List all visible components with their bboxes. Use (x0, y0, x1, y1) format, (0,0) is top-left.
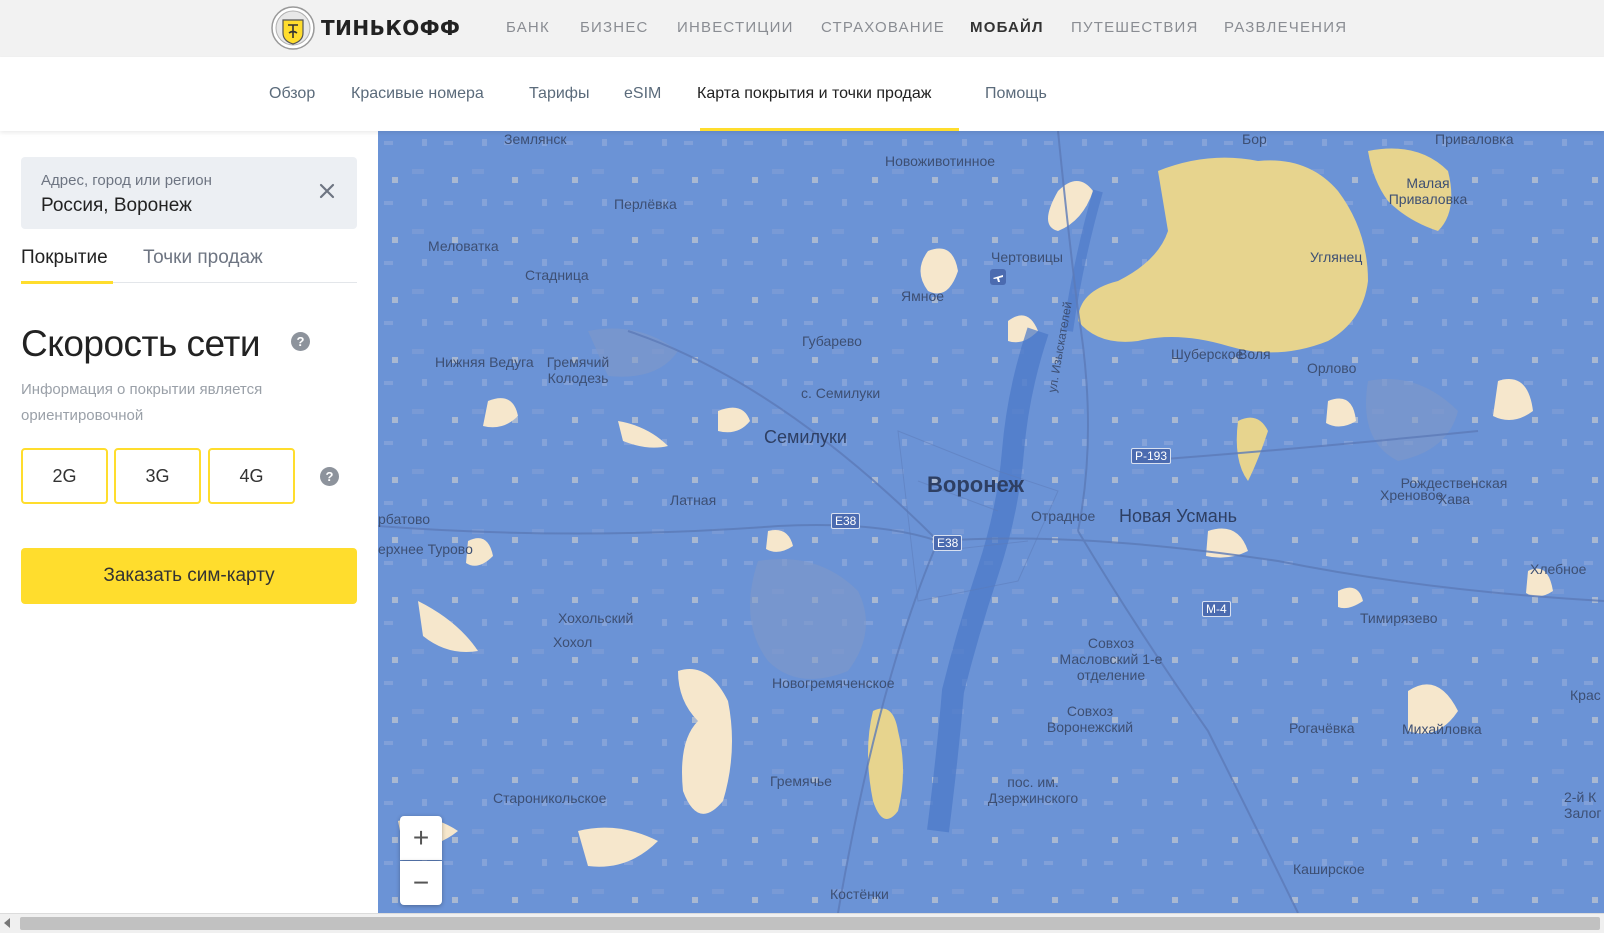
brand-name: ТИНЬКОФФ (321, 16, 461, 40)
map-label: Отрадное (1031, 508, 1096, 524)
map-label: Стадница (525, 267, 589, 283)
map-label: Михайловка (1402, 721, 1482, 737)
subnav-item-coverage-map[interactable]: Карта покрытия и точки продаж (697, 85, 931, 103)
logo-emblem-icon (271, 6, 315, 50)
map-label: Совхоз Воронежский (1046, 703, 1134, 735)
map-label: Рождественская Хава (1400, 475, 1508, 507)
order-sim-button[interactable]: Заказать сим-карту (21, 548, 357, 604)
topnav-item-entertainment[interactable]: РАЗВЛЕЧЕНИЯ (1224, 19, 1347, 36)
network-speed-title: Скорость сети (21, 323, 261, 364)
topnav-item-travel[interactable]: ПУТЕШЕСТВИЯ (1071, 19, 1199, 36)
topnav-item-bank[interactable]: БАНК (506, 19, 550, 36)
map-label: Хохольский (558, 610, 634, 626)
network-3g-button[interactable]: 3G (114, 448, 201, 504)
coverage-disclaimer: Информация о покрытии является ориентиро… (21, 381, 263, 424)
map-label: Латная (670, 492, 717, 508)
horizontal-scrollbar[interactable] (0, 913, 1604, 933)
address-search-placeholder: Адрес, город или регион (41, 172, 212, 189)
map-label: Новогремяченское (772, 675, 895, 691)
question-icon[interactable]: ? (291, 332, 310, 351)
tab-sales-points[interactable]: Точки продаж (143, 247, 263, 269)
map-label: Залог (1564, 805, 1602, 821)
map-label: Хлебное (1530, 561, 1587, 577)
coverage-map[interactable]: Землянск Новоживотинное Бор Приваловка М… (378, 131, 1604, 913)
map-label: Гремячий Колодезь (546, 354, 610, 386)
map-label: Чертовицы (991, 249, 1063, 265)
brand-logo[interactable]: ТИНЬКОФФ (271, 6, 460, 50)
subnav-active-indicator (700, 128, 959, 131)
map-label: 2-й К (1564, 789, 1597, 805)
question-icon[interactable]: ? (320, 467, 339, 486)
map-label: рбатово (378, 511, 431, 527)
topnav-item-investments[interactable]: ИНВЕСТИЦИИ (677, 19, 794, 36)
map-label: Малая Приваловка (1388, 175, 1468, 207)
map-label: Каширское (1293, 861, 1365, 877)
address-search-field[interactable]: Адрес, город или регион Россия, Воронеж (21, 157, 357, 229)
map-label: пос. им. Дзержинского (987, 774, 1079, 806)
subnav-item-tariffs[interactable]: Тарифы (529, 85, 589, 103)
sidebar-tabs: Покрытие Точки продаж (21, 243, 357, 284)
address-search-value[interactable]: Россия, Воронеж (41, 195, 192, 217)
map-label: Совхоз Масловский 1-е отделение (1059, 635, 1163, 683)
map-label: Воля (1238, 346, 1271, 362)
tab-active-indicator (21, 281, 113, 284)
map-label: Гремячье (770, 773, 832, 789)
map-label: Орлово (1307, 360, 1357, 376)
map-label: Нижняя Ведуга (435, 354, 534, 370)
map-label: Тимирязево (1360, 610, 1438, 626)
clear-icon[interactable] (317, 181, 337, 201)
map-label: Староникольское (493, 790, 607, 806)
sub-navigation: Обзор Красивые номера Тарифы eSIM Карта … (0, 57, 1604, 131)
network-2g-button[interactable]: 2G (21, 448, 108, 504)
network-4g-button[interactable]: 4G (208, 448, 295, 504)
coverage-sidebar: Адрес, город или регион Россия, Воронеж … (0, 131, 378, 913)
zoom-out-button[interactable]: − (400, 861, 442, 905)
map-label: Семилуки (764, 427, 847, 447)
map-label: Перлёвка (614, 196, 677, 212)
map-label: Новая Усмань (1119, 506, 1238, 526)
road-shield: Р-193 (1131, 448, 1172, 464)
subnav-item-beautiful-numbers[interactable]: Красивые номера (351, 85, 484, 103)
map-label: Меловатка (428, 238, 499, 254)
road-shield: М-4 (1202, 601, 1231, 617)
map-label: Углянец (1310, 249, 1363, 265)
map-label: Новоживотинное (885, 153, 996, 169)
tab-coverage[interactable]: Покрытие (21, 247, 108, 269)
topnav-item-mobile[interactable]: МОБАЙЛ (970, 19, 1044, 36)
map-label: Рогачёвка (1289, 720, 1355, 736)
scrollbar-thumb[interactable] (20, 917, 1600, 930)
subnav-item-help[interactable]: Помощь (985, 85, 1047, 103)
subnav-item-overview[interactable]: Обзор (269, 85, 315, 103)
scroll-left-arrow-icon[interactable] (4, 918, 10, 928)
airport-icon (990, 269, 1006, 285)
map-label: с. Семилуки (801, 385, 881, 401)
map-label: Губарево (802, 333, 862, 349)
subnav-item-esim[interactable]: eSIM (624, 85, 661, 103)
top-bar: ТИНЬКОФФ БАНК БИЗНЕС ИНВЕСТИЦИИ СТРАХОВА… (0, 0, 1604, 57)
map-label: Ямное (901, 288, 945, 304)
road-shield: E38 (831, 513, 861, 529)
map-label: Приваловка (1435, 131, 1514, 147)
map-label: Землянск (504, 131, 567, 147)
map-label: Костёнки (830, 886, 889, 902)
map-label: Шуберское (1171, 346, 1244, 362)
zoom-in-button[interactable]: + (400, 816, 442, 860)
topnav-item-business[interactable]: БИЗНЕС (580, 19, 649, 36)
map-label: Воронеж (927, 472, 1025, 497)
map-label: ерхнее Турово (378, 541, 473, 557)
road-shield: E38 (933, 535, 963, 551)
map-label: Хохол (553, 634, 593, 650)
map-label: Бор (1242, 131, 1267, 147)
map-label: Крас (1570, 687, 1601, 703)
topnav-item-insurance[interactable]: СТРАХОВАНИЕ (821, 19, 945, 36)
